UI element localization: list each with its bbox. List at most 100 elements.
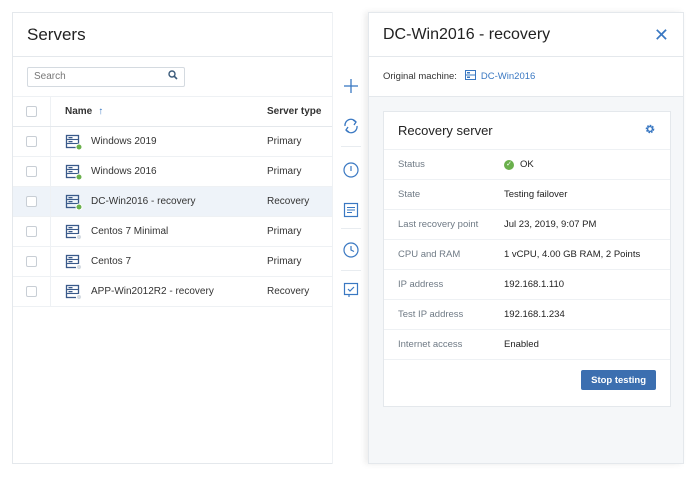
property-row: CPU and RAM 1 vCPU, 4.00 GB RAM, 2 Points [384, 240, 670, 270]
server-name-cell: Centos 7 [51, 254, 267, 270]
properties-list: Status ✓ OK State Testing failover Last recov… [384, 150, 670, 360]
sort-ascending-icon[interactable]: ↑ [98, 106, 103, 117]
row-checkbox-cell [13, 127, 51, 156]
server-type: Primary [267, 226, 302, 237]
server-name-cell: Centos 7 Minimal [51, 224, 267, 240]
table-row[interactable]: APP-Win2012R2 - recovery Recovery [13, 277, 332, 307]
card-footer: Stop testing [384, 360, 670, 400]
row-checkbox-cell [13, 277, 51, 306]
row-checkbox[interactable] [26, 136, 37, 147]
servers-title: Servers [27, 24, 86, 44]
table-row[interactable]: Centos 7 Primary [13, 247, 332, 277]
property-row: Internet access Enabled [384, 330, 670, 360]
property-value: Testing failover [504, 189, 568, 200]
table-row[interactable]: Windows 2016 Primary [13, 157, 332, 187]
app-stage: Servers Name ↑ Server type Windows 2019 P… [12, 12, 684, 464]
table-row[interactable]: Windows 2019 Primary [13, 127, 332, 157]
property-label: State [398, 189, 421, 200]
server-name: Centos 7 Minimal [91, 226, 169, 237]
server-name-cell: APP-Win2012R2 - recovery [51, 284, 267, 300]
search-input[interactable] [34, 71, 154, 82]
server-name: APP-Win2012R2 - recovery [91, 286, 214, 297]
property-value-wrap: Enabled [504, 339, 539, 350]
server-icon [65, 164, 83, 180]
plus-icon[interactable] [339, 74, 363, 98]
card-header: Recovery server [384, 112, 670, 150]
servers-header: Servers [13, 13, 332, 57]
server-name-cell: Windows 2016 [51, 164, 267, 180]
property-label: IP address [398, 279, 444, 290]
row-checkbox[interactable] [26, 166, 37, 177]
search-row [13, 57, 332, 97]
detail-title: DC-Win2016 - recovery [383, 25, 551, 43]
property-value: Jul 23, 2019, 9:07 PM [504, 219, 597, 230]
servers-panel: Servers Name ↑ Server type Windows 2019 P… [12, 12, 332, 464]
server-icon [65, 254, 83, 270]
server-icon [65, 224, 83, 240]
power-icon[interactable] [339, 158, 363, 182]
property-value-wrap: Jul 23, 2019, 9:07 PM [504, 219, 596, 230]
table-row[interactable]: Centos 7 Minimal Primary [13, 217, 332, 247]
console-icon[interactable] [339, 198, 363, 222]
server-icon [65, 134, 83, 150]
server-type: Primary [267, 136, 302, 147]
search-icon[interactable] [168, 70, 178, 83]
server-type: Primary [267, 256, 302, 267]
server-icon [65, 284, 83, 300]
property-label: Test IP address [398, 309, 464, 320]
row-checkbox[interactable] [26, 286, 37, 297]
property-row: State Testing failover [384, 180, 670, 210]
name-column-header[interactable]: Name ↑ [51, 106, 267, 117]
table-header: Name ↑ Server type [13, 97, 332, 127]
server-icon [65, 194, 83, 210]
recovery-server-card: Recovery server Status ✓ OK State Testing fa… [383, 111, 671, 407]
row-checkbox-cell [13, 157, 51, 186]
detail-panel: DC-Win2016 - recovery ✕ Original machine… [368, 12, 684, 464]
checklist-icon[interactable] [339, 278, 363, 302]
action-toolbar [332, 12, 368, 464]
server-list: Windows 2019 Primary Windows 2016 Primary DC… [13, 127, 332, 307]
property-value-wrap: ✓ OK [504, 159, 534, 170]
close-icon[interactable]: ✕ [654, 26, 669, 44]
property-row: Test IP address 192.168.1.234 [384, 300, 670, 330]
original-machine-link[interactable]: DC-Win2016 [464, 70, 536, 83]
gear-icon[interactable] [644, 122, 656, 140]
property-value-wrap: 192.168.1.110 [504, 279, 564, 290]
ok-check-icon: ✓ [504, 159, 514, 170]
original-machine-value: DC-Win2016 [480, 71, 536, 82]
server-name: Centos 7 [91, 256, 132, 267]
row-checkbox-cell [13, 187, 51, 216]
row-checkbox-cell [13, 217, 51, 246]
server-type: Recovery [267, 196, 310, 207]
server-type: Recovery [267, 286, 310, 297]
row-checkbox[interactable] [26, 196, 37, 207]
table-row[interactable]: DC-Win2016 - recovery Recovery [13, 187, 332, 217]
property-value-wrap: 1 vCPU, 4.00 GB RAM, 2 Points [504, 249, 640, 260]
row-checkbox[interactable] [26, 226, 37, 237]
server-name-cell: DC-Win2016 - recovery [51, 194, 267, 210]
property-row: Status ✓ OK [384, 150, 670, 180]
search-box[interactable] [27, 66, 185, 87]
property-label: Internet access [398, 339, 463, 350]
server-name: Windows 2016 [91, 166, 157, 177]
row-checkbox-cell [13, 247, 51, 276]
stop-testing-button[interactable]: Stop testing [581, 370, 656, 390]
property-label: CPU and RAM [398, 249, 461, 260]
original-machine-label: Original machine: [383, 71, 457, 82]
property-label: Status [398, 159, 425, 170]
sync-icon[interactable] [339, 114, 363, 138]
server-name-cell: Windows 2019 [51, 134, 267, 150]
property-value: Enabled [504, 339, 539, 350]
select-all-checkbox[interactable] [26, 106, 37, 117]
row-checkbox[interactable] [26, 256, 37, 267]
server-name: Windows 2019 [91, 136, 157, 147]
server-type-column-header[interactable]: Server type [267, 106, 332, 117]
clock-icon[interactable] [339, 238, 363, 262]
server-name: DC-Win2016 - recovery [91, 196, 196, 207]
card-title: Recovery server [398, 123, 493, 138]
property-value: 1 vCPU, 4.00 GB RAM, 2 Points [504, 249, 641, 260]
detail-header: DC-Win2016 - recovery ✕ [369, 13, 683, 57]
property-value-wrap: 192.168.1.234 [504, 309, 565, 320]
server-icon [464, 70, 476, 83]
property-row: Last recovery point Jul 23, 2019, 9:07 PM [384, 210, 670, 240]
